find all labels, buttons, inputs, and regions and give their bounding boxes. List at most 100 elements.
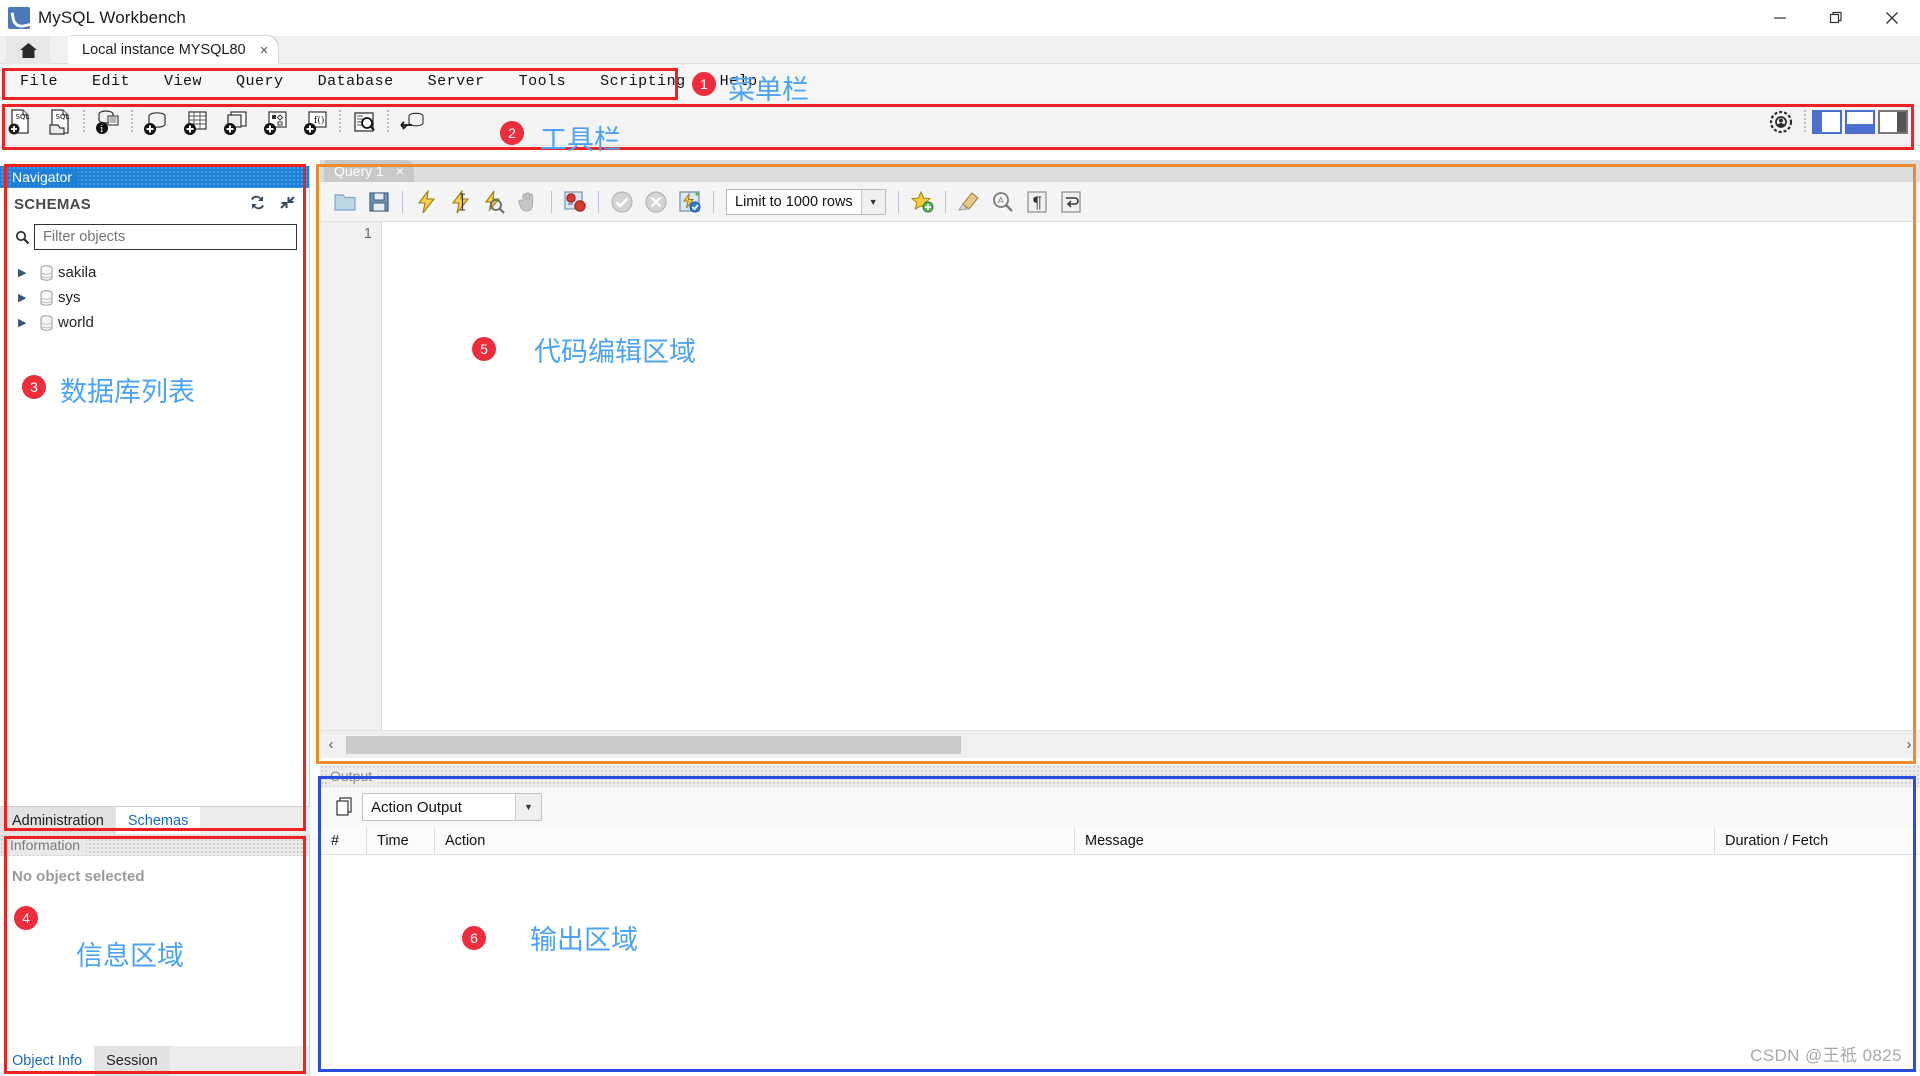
invisible-chars-icon[interactable]: ¶: [1020, 186, 1054, 218]
close-icon[interactable]: ×: [396, 163, 404, 179]
limit-rows-label: Limit to 1000 rows: [735, 193, 853, 210]
stop-execution-icon[interactable]: [511, 186, 545, 218]
chevron-down-icon[interactable]: ▼: [515, 794, 541, 820]
mysql-dolphin-icon: [8, 7, 30, 29]
home-tab[interactable]: [6, 36, 50, 64]
toolbar-separator: [713, 190, 714, 213]
toggle-autocommit-icon[interactable]: [673, 186, 707, 218]
output-view-select[interactable]: Action Output ▼: [362, 793, 542, 821]
menu-item-edit[interactable]: Edit: [80, 70, 142, 93]
toolbar-separator: [339, 109, 341, 134]
tab-schemas[interactable]: Schemas: [115, 807, 201, 834]
connection-info-icon[interactable]: i: [88, 103, 128, 141]
output-view-label: Action Output: [371, 798, 462, 816]
filter-objects-box[interactable]: [34, 224, 297, 250]
menu-bar: File Edit View Query Database Server Too…: [0, 64, 1920, 98]
scroll-left-arrow[interactable]: ‹: [320, 736, 342, 753]
list-item[interactable]: ▶ sys: [0, 285, 309, 310]
secondary-sidebar-layout-icon[interactable]: [1878, 109, 1908, 134]
editor-horizontal-scrollbar[interactable]: ‹ ›: [320, 730, 1920, 758]
list-item[interactable]: ▶ sakila: [0, 260, 309, 285]
menu-item-view[interactable]: View: [152, 70, 214, 93]
create-table-icon[interactable]: [176, 103, 216, 141]
new-sql-tab-icon[interactable]: SQL: [0, 103, 40, 141]
toolbar-right-group: [1761, 103, 1920, 141]
chevron-down-icon[interactable]: ▼: [860, 189, 885, 214]
query-toolbar: Limit to 1000 rows ▼ A ¶: [320, 182, 1920, 222]
rollback-transaction-icon[interactable]: [639, 186, 673, 218]
toolbar-separator: [897, 190, 899, 213]
query-tab-label: Query 1: [334, 163, 384, 179]
menu-item-tools[interactable]: Tools: [507, 70, 579, 93]
svg-text:¶: ¶: [1032, 193, 1042, 212]
explain-query-icon[interactable]: [477, 186, 511, 218]
reconnect-server-icon[interactable]: [392, 103, 432, 141]
sidebar-layout-icon[interactable]: [1812, 109, 1842, 134]
open-script-icon[interactable]: [328, 186, 362, 218]
create-schema-icon[interactable]: [136, 103, 176, 141]
toggle-stop-on-error-icon[interactable]: [558, 186, 592, 218]
tab-session[interactable]: Session: [94, 1046, 170, 1076]
column-header-action[interactable]: Action: [434, 826, 1074, 855]
database-icon: [34, 289, 58, 306]
scroll-right-arrow[interactable]: ›: [1898, 736, 1920, 753]
create-procedure-icon[interactable]: [256, 103, 296, 141]
create-function-icon[interactable]: f(): [296, 103, 336, 141]
commit-transaction-icon[interactable]: [605, 186, 639, 218]
tab-query-1[interactable]: Query 1 ×: [324, 160, 414, 182]
scrollbar-thumb[interactable]: [346, 735, 961, 754]
copy-rows-icon[interactable]: [332, 796, 358, 818]
connection-tab[interactable]: Local instance MYSQL80 ×: [68, 36, 279, 64]
toolbar-separator: [387, 109, 389, 134]
output-layout-icon[interactable]: [1845, 109, 1875, 134]
home-icon: [19, 42, 38, 59]
find-icon[interactable]: A: [986, 186, 1020, 218]
output-header: Output: [320, 765, 1920, 787]
clear-context-icon[interactable]: [952, 186, 986, 218]
tab-object-info[interactable]: Object Info: [0, 1046, 95, 1076]
execute-statement-icon[interactable]: [409, 186, 443, 218]
menu-item-scripting[interactable]: Scripting: [588, 70, 698, 93]
menu-item-query[interactable]: Query: [224, 70, 296, 93]
menu-item-server[interactable]: Server: [416, 70, 497, 93]
tab-administration[interactable]: Administration: [0, 807, 116, 834]
column-header-message[interactable]: Message: [1074, 826, 1714, 855]
save-script-icon[interactable]: [362, 186, 396, 218]
menu-item-file[interactable]: File: [8, 70, 70, 93]
search-input[interactable]: [43, 229, 296, 245]
minimize-icon[interactable]: [1752, 0, 1808, 36]
chevron-right-icon[interactable]: ▶: [18, 266, 34, 279]
column-header-duration-fetch[interactable]: Duration / Fetch: [1714, 826, 1920, 855]
limit-rows-select[interactable]: Limit to 1000 rows ▼: [726, 188, 886, 215]
execute-current-statement-icon[interactable]: [443, 186, 477, 218]
chevron-right-icon[interactable]: ▶: [18, 316, 34, 329]
code-editor[interactable]: 1: [320, 222, 1920, 730]
column-header-index[interactable]: #: [320, 826, 366, 855]
search-icon: [10, 230, 34, 245]
close-icon[interactable]: ×: [260, 43, 269, 58]
navigator-panel: Navigator SCHEMAS Filter objects ▶ sakil…: [0, 166, 310, 806]
menu-item-database[interactable]: Database: [306, 70, 406, 93]
wrap-lines-icon[interactable]: [1054, 186, 1088, 218]
search-data-icon[interactable]: [344, 103, 384, 141]
scrollbar-track[interactable]: [342, 734, 1898, 756]
target-mode-icon[interactable]: [1761, 103, 1801, 141]
beautify-sql-icon[interactable]: [905, 186, 939, 218]
create-view-icon[interactable]: [216, 103, 256, 141]
information-header: Information: [0, 834, 309, 856]
database-icon: [34, 314, 58, 331]
list-item[interactable]: ▶ world: [0, 310, 309, 335]
information-title: Information: [10, 837, 87, 853]
column-header-time[interactable]: Time: [366, 826, 434, 855]
open-sql-script-icon[interactable]: SQL: [40, 103, 80, 141]
collapse-all-icon[interactable]: [280, 195, 295, 214]
close-icon[interactable]: [1864, 0, 1920, 36]
restore-icon[interactable]: [1808, 0, 1864, 36]
main-toolbar: SQL SQL i f(): [0, 98, 1920, 146]
navigator-title: Navigator: [12, 169, 78, 185]
toolbar-separator: [944, 190, 946, 213]
refresh-icon[interactable]: [249, 195, 266, 214]
toolbar-separator: [551, 190, 552, 213]
window-controls: [1752, 0, 1920, 36]
chevron-right-icon[interactable]: ▶: [18, 291, 34, 304]
